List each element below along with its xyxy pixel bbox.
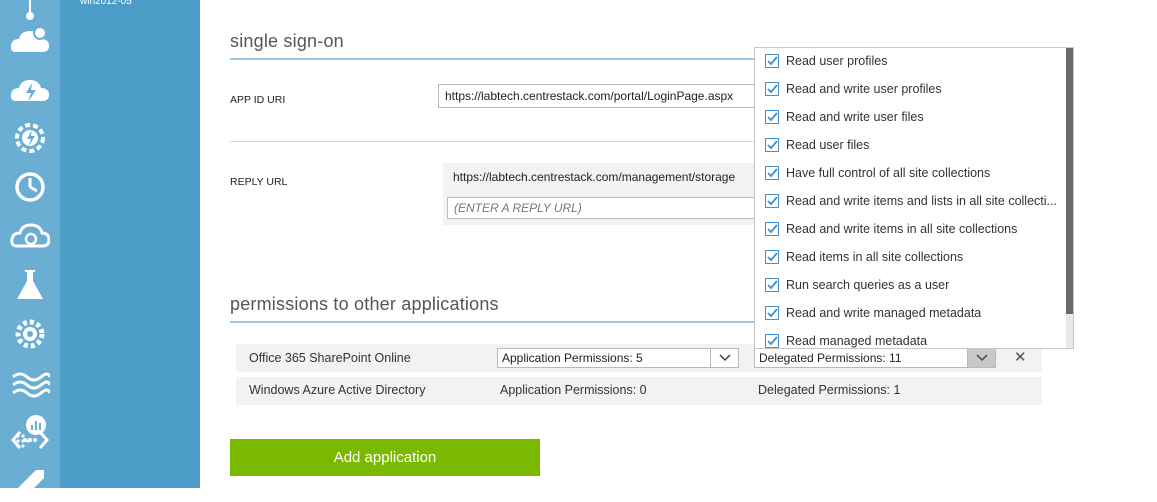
api-arrows-icon[interactable] xyxy=(8,420,52,460)
delegated-permissions-value: Delegated Permissions: 1 xyxy=(758,383,901,397)
permission-option[interactable]: Read managed metadata xyxy=(765,331,1065,348)
add-application-button[interactable]: Add application xyxy=(230,439,540,476)
cloud-lightning-icon[interactable] xyxy=(8,69,52,109)
checkbox-checked-icon[interactable] xyxy=(765,278,779,292)
reply-url-value[interactable]: https://labtech.centrestack.com/manageme… xyxy=(453,170,763,184)
checkbox-checked-icon[interactable] xyxy=(765,222,779,236)
permission-row-azure-ad: Windows Azure Active Directory Applicati… xyxy=(236,377,1042,405)
permission-option[interactable]: Read user profiles xyxy=(765,51,1065,71)
checkbox-checked-icon[interactable] xyxy=(765,194,779,208)
permission-label: Read and write items in all site collect… xyxy=(786,222,1018,236)
delegated-permissions-value: Delegated Permissions: 11 xyxy=(759,351,902,365)
reply-url-input[interactable]: (ENTER A REPLY URL) xyxy=(447,197,767,219)
checkbox-checked-icon[interactable] xyxy=(765,138,779,152)
chevron-down-icon[interactable] xyxy=(967,349,995,367)
checkbox-checked-icon[interactable] xyxy=(765,82,779,96)
permission-option[interactable]: Run search queries as a user xyxy=(765,275,1065,295)
permission-option[interactable]: Read and write items and lists in all si… xyxy=(765,191,1065,211)
permission-option[interactable]: Read user files xyxy=(765,135,1065,155)
cloud-service-icon[interactable] xyxy=(8,20,52,60)
permission-option[interactable]: Read and write items in all site collect… xyxy=(765,219,1065,239)
reply-url-label: REPLY URL xyxy=(230,176,288,188)
checkbox-checked-icon[interactable] xyxy=(765,54,779,68)
permission-option[interactable]: Read and write managed metadata xyxy=(765,303,1065,323)
permission-option[interactable]: Have full control of all site collection… xyxy=(765,163,1065,183)
checkbox-checked-icon[interactable] xyxy=(765,166,779,180)
permissions-section-title: permissions to other applications xyxy=(230,294,499,314)
permission-option[interactable]: Read and write user files xyxy=(765,107,1065,127)
delegated-permissions-select[interactable]: Delegated Permissions: 11 xyxy=(754,348,996,368)
checkbox-checked-icon[interactable] xyxy=(765,334,779,348)
permission-label: Read user files xyxy=(786,138,870,152)
remove-permission-icon[interactable]: ✕ xyxy=(1014,348,1027,366)
sso-section-title: single sign-on xyxy=(230,31,344,51)
app-id-uri-field[interactable]: https://labtech.centrestack.com/portal/L… xyxy=(438,84,768,108)
permission-label: Read and write managed metadata xyxy=(786,306,982,320)
dropdown-scrollbar-thumb[interactable] xyxy=(1066,48,1073,314)
nav-item-directory[interactable]: win2012-05 xyxy=(80,0,132,7)
permission-option[interactable]: Read items in all site collections xyxy=(765,247,1065,267)
gear-bolt-icon[interactable] xyxy=(8,118,52,158)
app-name: Office 365 SharePoint Online xyxy=(249,351,411,365)
left-rail xyxy=(0,0,60,498)
permission-label: Read and write user files xyxy=(786,110,924,124)
scheduler-icon[interactable] xyxy=(8,167,52,207)
permission-label: Read and write items and lists in all si… xyxy=(786,194,1057,208)
app-name: Windows Azure Active Directory xyxy=(249,383,426,397)
settings-gear-icon[interactable] xyxy=(8,314,52,354)
app-id-uri-label: APP ID URI xyxy=(230,94,286,106)
permission-label: Run search queries as a user xyxy=(786,278,950,292)
secondary-nav: win2012-05 xyxy=(60,0,200,488)
application-permissions-value: Application Permissions: 5 xyxy=(502,351,643,365)
application-permissions-select[interactable]: Application Permissions: 5 xyxy=(497,348,739,368)
chevron-down-icon[interactable] xyxy=(710,349,738,367)
arrow-icon[interactable] xyxy=(8,462,52,502)
permission-label: Read user profiles xyxy=(786,54,888,68)
flask-icon[interactable] xyxy=(8,265,52,305)
checkbox-checked-icon[interactable] xyxy=(765,250,779,264)
delegated-permissions-dropdown[interactable]: Read user profiles Read and write user p… xyxy=(754,47,1074,349)
stream-waves-icon[interactable] xyxy=(8,363,52,403)
checkbox-checked-icon[interactable] xyxy=(765,306,779,320)
application-permissions-value: Application Permissions: 0 xyxy=(500,383,647,397)
permission-label: Read items in all site collections xyxy=(786,250,964,264)
permission-label: Read and write user profiles xyxy=(786,82,942,96)
permission-option[interactable]: Read and write user profiles xyxy=(765,79,1065,99)
permission-label: Have full control of all site collection… xyxy=(786,166,991,180)
checkbox-checked-icon[interactable] xyxy=(765,110,779,124)
permission-label: Read managed metadata xyxy=(786,334,928,348)
cloud-sync-icon[interactable] xyxy=(8,216,52,256)
